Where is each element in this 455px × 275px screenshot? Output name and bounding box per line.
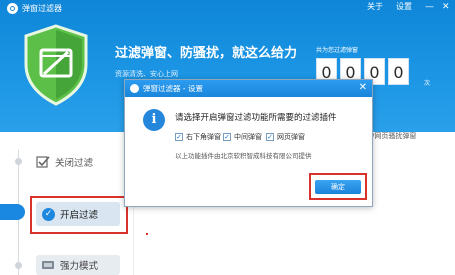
rail-dot xyxy=(15,262,22,269)
checkbox-checked-icon[interactable]: ✓ xyxy=(223,133,231,141)
option-label: 网页弹窗 xyxy=(277,133,305,141)
checkbox-icon xyxy=(36,156,50,168)
rail-dot xyxy=(15,158,22,165)
highlight-open-filter xyxy=(30,196,128,234)
minimize-button[interactable]: — xyxy=(425,2,434,12)
checkbox-checked-icon[interactable]: ✓ xyxy=(266,133,274,141)
option-bottom-right-popup[interactable]: ✓ 右下角弹窗 xyxy=(175,132,221,142)
option-web-popup[interactable]: ✓ 网页弹窗 xyxy=(266,132,305,142)
count-unit: 次 xyxy=(424,80,431,87)
dialog-title: 弹窗过滤器 - 设置 xyxy=(143,84,203,93)
headline: 过滤弹窗、防骚扰，就这么给力 xyxy=(115,46,298,61)
subline: 资源清洗、安心上网 xyxy=(115,70,178,78)
dialog-titlebar: 弹窗过滤器 - 设置 ✕ xyxy=(125,80,372,97)
mode-strong-button[interactable]: 强力模式 xyxy=(36,255,120,275)
app-title: 弹窗过滤器 xyxy=(22,4,62,13)
counter-digit: 0 xyxy=(388,58,409,85)
shield-icon xyxy=(24,24,88,106)
option-center-popup[interactable]: ✓ 中间弹窗 xyxy=(223,132,262,142)
option-label: 右下角弹窗 xyxy=(186,133,221,141)
ok-button[interactable]: 确定 xyxy=(315,180,361,194)
count-label: 共为您过滤弹窗 xyxy=(316,47,359,54)
close-window-button[interactable]: ✕ xyxy=(442,2,450,12)
checkbox-checked-icon[interactable]: ✓ xyxy=(175,133,183,141)
red-mark xyxy=(146,233,148,235)
active-mode-pointer xyxy=(0,204,25,220)
info-icon: i xyxy=(143,109,165,131)
background-feature-text: /网页骚扰弹窗 xyxy=(372,132,417,140)
mode-strong-label: 强力模式 xyxy=(60,261,99,272)
mode-close-label: 关闭过滤 xyxy=(55,158,94,169)
app-logo-icon xyxy=(7,3,18,14)
dialog-note: 以上功能插件由北京软积智成科技有限公司提供 xyxy=(175,152,312,160)
strong-mode-icon xyxy=(42,261,54,269)
dialog-close-icon[interactable]: ✕ xyxy=(359,81,367,95)
app-window: 弹窗过滤器 关于 设置 — ✕ 过滤弹窗、防骚扰，就这么给力 资源清洗、安心上网… xyxy=(0,0,455,275)
about-link[interactable]: 关于 xyxy=(367,1,383,12)
dialog-message: 请选择开启弹窗过滤功能所需要的过滤插件 xyxy=(175,113,337,123)
settings-dialog: 弹窗过滤器 - 设置 ✕ i 请选择开启弹窗过滤功能所需要的过滤插件 ✓ 右下角… xyxy=(124,79,373,207)
option-label: 中间弹窗 xyxy=(234,133,262,141)
mode-close-filter-button[interactable]: 关闭过滤 xyxy=(36,150,120,174)
dialog-logo-icon xyxy=(130,84,139,93)
settings-link[interactable]: 设置 xyxy=(396,1,412,12)
